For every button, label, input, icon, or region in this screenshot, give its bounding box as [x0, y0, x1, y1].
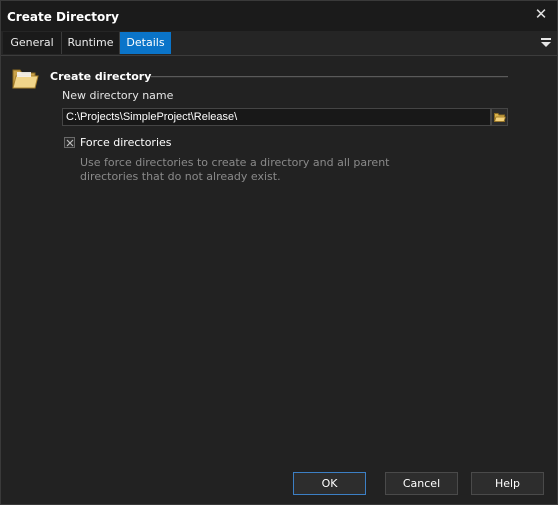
folder-icon [11, 65, 39, 91]
force-directories-checkbox[interactable] [64, 137, 75, 148]
tab-details[interactable]: Details [120, 32, 171, 54]
create-directory-dialog: Create Directory ✕ General Runtime Detai… [0, 0, 558, 505]
directory-name-input[interactable] [62, 108, 491, 126]
tab-runtime[interactable]: Runtime [62, 32, 120, 54]
force-directories-label[interactable]: Force directories [80, 136, 172, 149]
force-directories-help: Use force directories to create a direct… [80, 156, 390, 183]
tab-bar: General Runtime Details [1, 31, 557, 56]
window-title: Create Directory [7, 10, 119, 24]
tab-general[interactable]: General [3, 32, 62, 54]
section-title: Create directory [50, 70, 152, 83]
help-button[interactable]: Help [471, 472, 544, 495]
tab-menu-icon[interactable] [541, 36, 551, 48]
browse-folder-button[interactable] [491, 108, 508, 126]
cancel-button[interactable]: Cancel [385, 472, 458, 495]
directory-name-label: New directory name [62, 89, 174, 102]
ok-button[interactable]: OK [293, 472, 366, 495]
checkmark-icon [66, 139, 74, 147]
close-icon[interactable]: ✕ [533, 6, 549, 22]
section-divider [151, 76, 508, 78]
folder-open-icon [494, 113, 506, 122]
title-bar[interactable]: Create Directory ✕ [1, 1, 557, 31]
